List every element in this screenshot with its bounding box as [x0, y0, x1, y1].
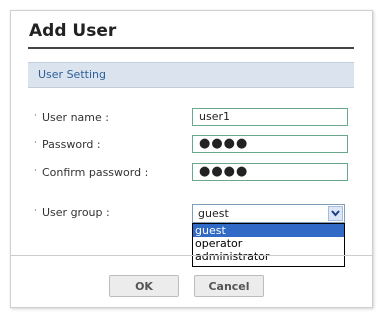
- title-divider: [28, 47, 354, 49]
- confirm-password-label-text: Confirm password :: [42, 166, 149, 179]
- bullet-icon: ·: [34, 166, 37, 176]
- username-label-text: User name :: [42, 111, 109, 124]
- add-user-dialog: Add User User Setting · User name : user1…: [10, 10, 373, 308]
- bullet-icon: ·: [34, 206, 37, 216]
- chevron-down-icon: [331, 210, 340, 217]
- section-header: User Setting: [28, 62, 354, 88]
- dropdown-option-guest[interactable]: guest: [193, 224, 344, 237]
- username-label: · User name :: [34, 111, 109, 124]
- password-label-text: Password :: [42, 138, 101, 151]
- confirm-password-value: ●●●●: [199, 164, 249, 179]
- user-group-select[interactable]: guest: [192, 204, 345, 223]
- dropdown-arrow-button[interactable]: [328, 206, 343, 221]
- password-label: · Password :: [34, 138, 101, 151]
- user-group-label-text: User group :: [42, 206, 110, 219]
- footer-divider: [11, 255, 372, 256]
- username-field[interactable]: user1: [192, 108, 348, 126]
- bullet-icon: ·: [34, 111, 37, 121]
- ok-button[interactable]: OK: [109, 275, 179, 297]
- confirm-password-label: · Confirm password :: [34, 166, 148, 179]
- dialog-title: Add User: [29, 21, 117, 41]
- user-group-selected-value: guest: [198, 207, 229, 220]
- password-field[interactable]: ●●●●: [192, 135, 348, 153]
- bullet-icon: ·: [34, 138, 37, 148]
- dropdown-option-administrator[interactable]: administrator: [193, 250, 344, 263]
- user-group-dropdown-list: guest operator administrator: [192, 223, 345, 267]
- username-value: user1: [199, 110, 230, 123]
- password-value: ●●●●: [199, 136, 249, 151]
- section-title: User Setting: [38, 68, 106, 81]
- dropdown-option-operator[interactable]: operator: [193, 237, 344, 250]
- confirm-password-field[interactable]: ●●●●: [192, 163, 348, 181]
- cancel-button[interactable]: Cancel: [194, 275, 264, 297]
- user-group-label: · User group :: [34, 206, 110, 219]
